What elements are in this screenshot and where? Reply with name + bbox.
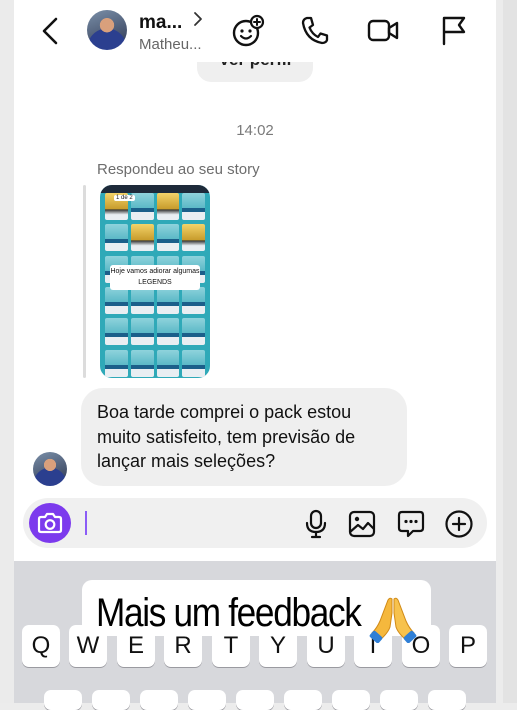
keyboard-key[interactable] [44,690,82,710]
story-top-bar [100,185,210,193]
left-edge [0,0,14,703]
keyboard-key[interactable] [188,690,226,710]
camera-button[interactable] [29,503,71,543]
story-card [182,286,205,314]
chevron-left-icon[interactable] [40,16,62,46]
keyboard-key[interactable] [92,690,130,710]
message-bubble[interactable]: Boa tarde comprei o pack estou muito sat… [81,388,407,486]
story-card [156,349,180,377]
microphone-icon[interactable] [302,509,330,539]
contact-username: Matheu... [139,36,202,53]
caption-overlay-text: Mais um feedback [96,591,362,635]
key-p[interactable]: P [449,625,487,667]
camera-icon [37,512,63,534]
story-thumbnail[interactable]: Hoje vamos adiorar algumas LEGENDS 1 de … [100,185,210,378]
story-card [130,224,154,252]
keyboard-key[interactable] [428,690,466,710]
story-card [156,318,180,346]
key-q[interactable]: Q [22,625,60,667]
story-card [182,318,205,346]
story-card [105,349,128,377]
message-timestamp: 14:02 [236,122,274,139]
keyboard-key[interactable] [284,690,322,710]
phone-icon[interactable] [300,14,330,46]
story-card [105,318,128,346]
message-text: Boa tarde comprei o pack estou muito sat… [97,402,356,471]
praying-hands-icon [368,593,418,648]
story-card [182,349,205,377]
plus-circle-icon[interactable] [444,509,474,539]
chat-screen: Ver perfil ma... Matheu... [14,0,496,710]
flag-icon[interactable] [438,14,468,48]
video-icon[interactable] [366,14,400,46]
story-caption: Hoje vamos adiorar algumas LEGENDS [110,265,200,290]
story-card [105,224,128,252]
keyboard-key[interactable] [236,690,274,710]
story-card [156,224,180,252]
chevron-right-icon[interactable] [192,11,204,27]
story-card [130,318,154,346]
sticker-chat-icon[interactable] [396,509,426,539]
story-card [182,224,205,252]
right-edge [503,0,517,703]
story-caption-line-1: Hoje vamos adiorar algumas [110,268,200,275]
message-composer [23,498,487,548]
story-card [182,193,205,220]
story-counter: 1 de 2 [114,195,135,201]
story-card [156,193,180,220]
contact-name[interactable]: ma... [139,12,182,34]
message-input-caret[interactable] [85,511,87,535]
story-card [130,349,154,377]
chat-header: ma... Matheu... [14,0,496,62]
keyboard-key[interactable] [140,690,178,710]
story-card [156,286,180,314]
keyboard-key[interactable] [380,690,418,710]
story-reply-label: Respondeu ao seu story [97,161,260,178]
keyboard-key[interactable] [332,690,370,710]
avatar[interactable] [87,10,127,50]
story-card [130,286,154,314]
story-caption-line-2: LEGENDS [138,279,172,286]
reply-indicator-bar [83,185,86,378]
gallery-icon[interactable] [347,509,377,539]
sticker-add-icon[interactable] [230,14,266,48]
story-card [105,286,128,314]
sender-avatar[interactable] [33,452,67,486]
